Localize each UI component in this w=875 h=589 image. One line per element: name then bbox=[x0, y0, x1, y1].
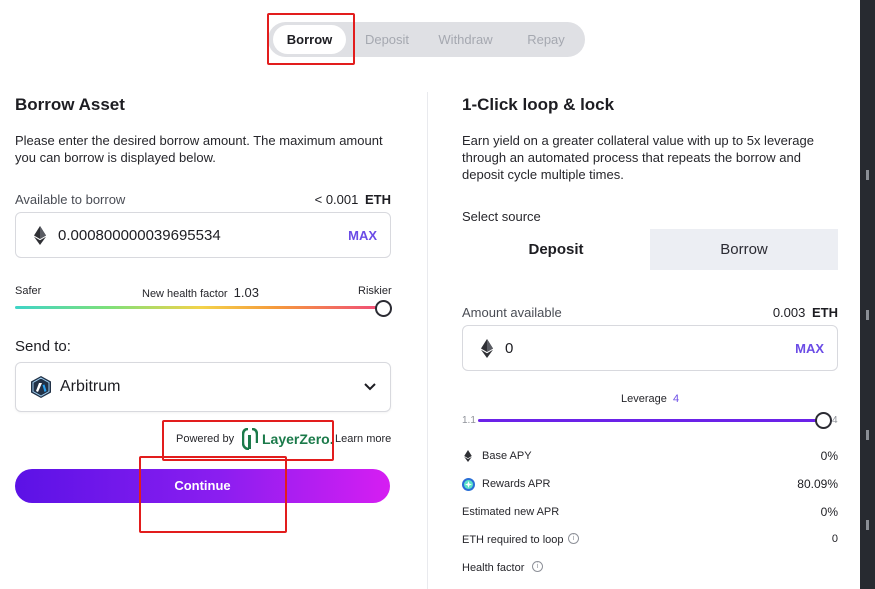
health-factor-value: 1.03 bbox=[233, 285, 259, 300]
borrow-amount-field[interactable]: 0.000800000039695534 MAX bbox=[15, 212, 391, 258]
tab-deposit[interactable]: Deposit bbox=[352, 22, 422, 57]
leverage-slider-track bbox=[478, 419, 822, 422]
learn-more-link[interactable]: Learn more bbox=[335, 433, 391, 445]
ethereum-icon bbox=[481, 339, 493, 358]
health-factor-knob bbox=[375, 300, 392, 317]
select-source-label: Select source bbox=[462, 209, 541, 224]
edge-mark bbox=[866, 430, 869, 440]
amount-available-value: 0.003 ETH bbox=[773, 305, 838, 320]
highlight-box-layerzero bbox=[162, 420, 334, 461]
stat-label: Rewards APR bbox=[482, 478, 551, 490]
send-to-label: Send to: bbox=[15, 338, 71, 355]
stat-label: Base APY bbox=[482, 450, 532, 462]
borrow-max-button[interactable]: MAX bbox=[348, 228, 377, 243]
source-option-borrow[interactable]: Borrow bbox=[650, 229, 838, 270]
chevron-down-icon bbox=[364, 383, 376, 391]
rewards-token-icon bbox=[462, 478, 475, 491]
available-to-borrow-label: Available to borrow bbox=[15, 192, 126, 207]
stat-label: Health factor bbox=[462, 562, 525, 574]
highlight-box-continue bbox=[139, 456, 287, 533]
borrow-description-line: Please enter the desired borrow amount. … bbox=[15, 133, 383, 148]
loop-description-line: through an automated process that repeat… bbox=[462, 150, 801, 165]
loop-description-line: deposit cycle multiple times. bbox=[462, 167, 624, 182]
borrow-description-line: you can borrow is displayed below. bbox=[15, 150, 216, 165]
safer-label: Safer bbox=[15, 285, 42, 297]
info-icon[interactable]: i bbox=[532, 561, 543, 572]
loop-amount-field[interactable]: 0 MAX bbox=[462, 325, 838, 371]
borrow-description: Please enter the desired borrow amount. … bbox=[15, 132, 383, 166]
info-icon[interactable]: i bbox=[568, 533, 579, 544]
tab-repay[interactable]: Repay bbox=[511, 22, 581, 57]
network-select[interactable]: Arbitrum bbox=[15, 362, 391, 412]
edge-mark bbox=[866, 170, 869, 180]
stat-label: Estimated new APR bbox=[462, 506, 560, 518]
borrow-amount-input[interactable]: 0.000800000039695534 bbox=[58, 227, 221, 244]
health-factor-bar bbox=[15, 306, 387, 309]
highlight-box-borrow-tab bbox=[267, 13, 355, 65]
loop-lock-description: Earn yield on a greater collateral value… bbox=[462, 132, 814, 183]
amount-available-label: Amount available bbox=[462, 305, 562, 320]
borrow-asset-title: Borrow Asset bbox=[15, 95, 125, 114]
edge-mark bbox=[866, 310, 869, 320]
ethereum-icon bbox=[464, 450, 472, 462]
leverage-slider-knob[interactable] bbox=[815, 412, 832, 429]
leverage-text: Leverage bbox=[621, 393, 667, 405]
loop-max-button[interactable]: MAX bbox=[795, 341, 824, 356]
leverage-max-label: 4 bbox=[832, 415, 838, 426]
edge-mark bbox=[866, 520, 869, 530]
stat-value: 0% bbox=[820, 505, 838, 519]
tab-withdraw[interactable]: Withdraw bbox=[428, 22, 503, 57]
stat-value: 0 bbox=[831, 533, 838, 545]
amount-available-number: 0.003 bbox=[772, 305, 806, 320]
ethereum-icon bbox=[34, 226, 46, 245]
loop-amount-input[interactable]: 0 bbox=[505, 340, 513, 357]
leverage-min-label: 1.1 bbox=[462, 415, 476, 426]
arbitrum-icon bbox=[31, 376, 51, 398]
stat-value: 0% bbox=[820, 449, 838, 463]
stat-label: ETH required to loop bbox=[462, 534, 564, 546]
network-name: Arbitrum bbox=[60, 378, 121, 395]
leverage-value: 4 bbox=[672, 393, 680, 405]
loop-description-line: Earn yield on a greater collateral value… bbox=[462, 133, 814, 148]
column-divider bbox=[427, 92, 428, 589]
stat-value: 80.09% bbox=[797, 477, 838, 491]
source-option-deposit[interactable]: Deposit bbox=[462, 229, 650, 270]
available-amount: < 0.001 bbox=[314, 192, 359, 207]
health-factor-label: New health factor 1.03 bbox=[142, 285, 259, 300]
available-unit: ETH bbox=[365, 192, 391, 207]
window-edge bbox=[860, 0, 875, 589]
leverage-label: Leverage 4 bbox=[621, 393, 679, 405]
riskier-label: Riskier bbox=[358, 285, 392, 297]
health-factor-text: New health factor bbox=[142, 288, 228, 300]
available-to-borrow-value: < 0.001 ETH bbox=[315, 192, 391, 207]
loop-lock-title: 1-Click loop & lock bbox=[462, 95, 615, 114]
amount-available-unit: ETH bbox=[812, 305, 838, 320]
